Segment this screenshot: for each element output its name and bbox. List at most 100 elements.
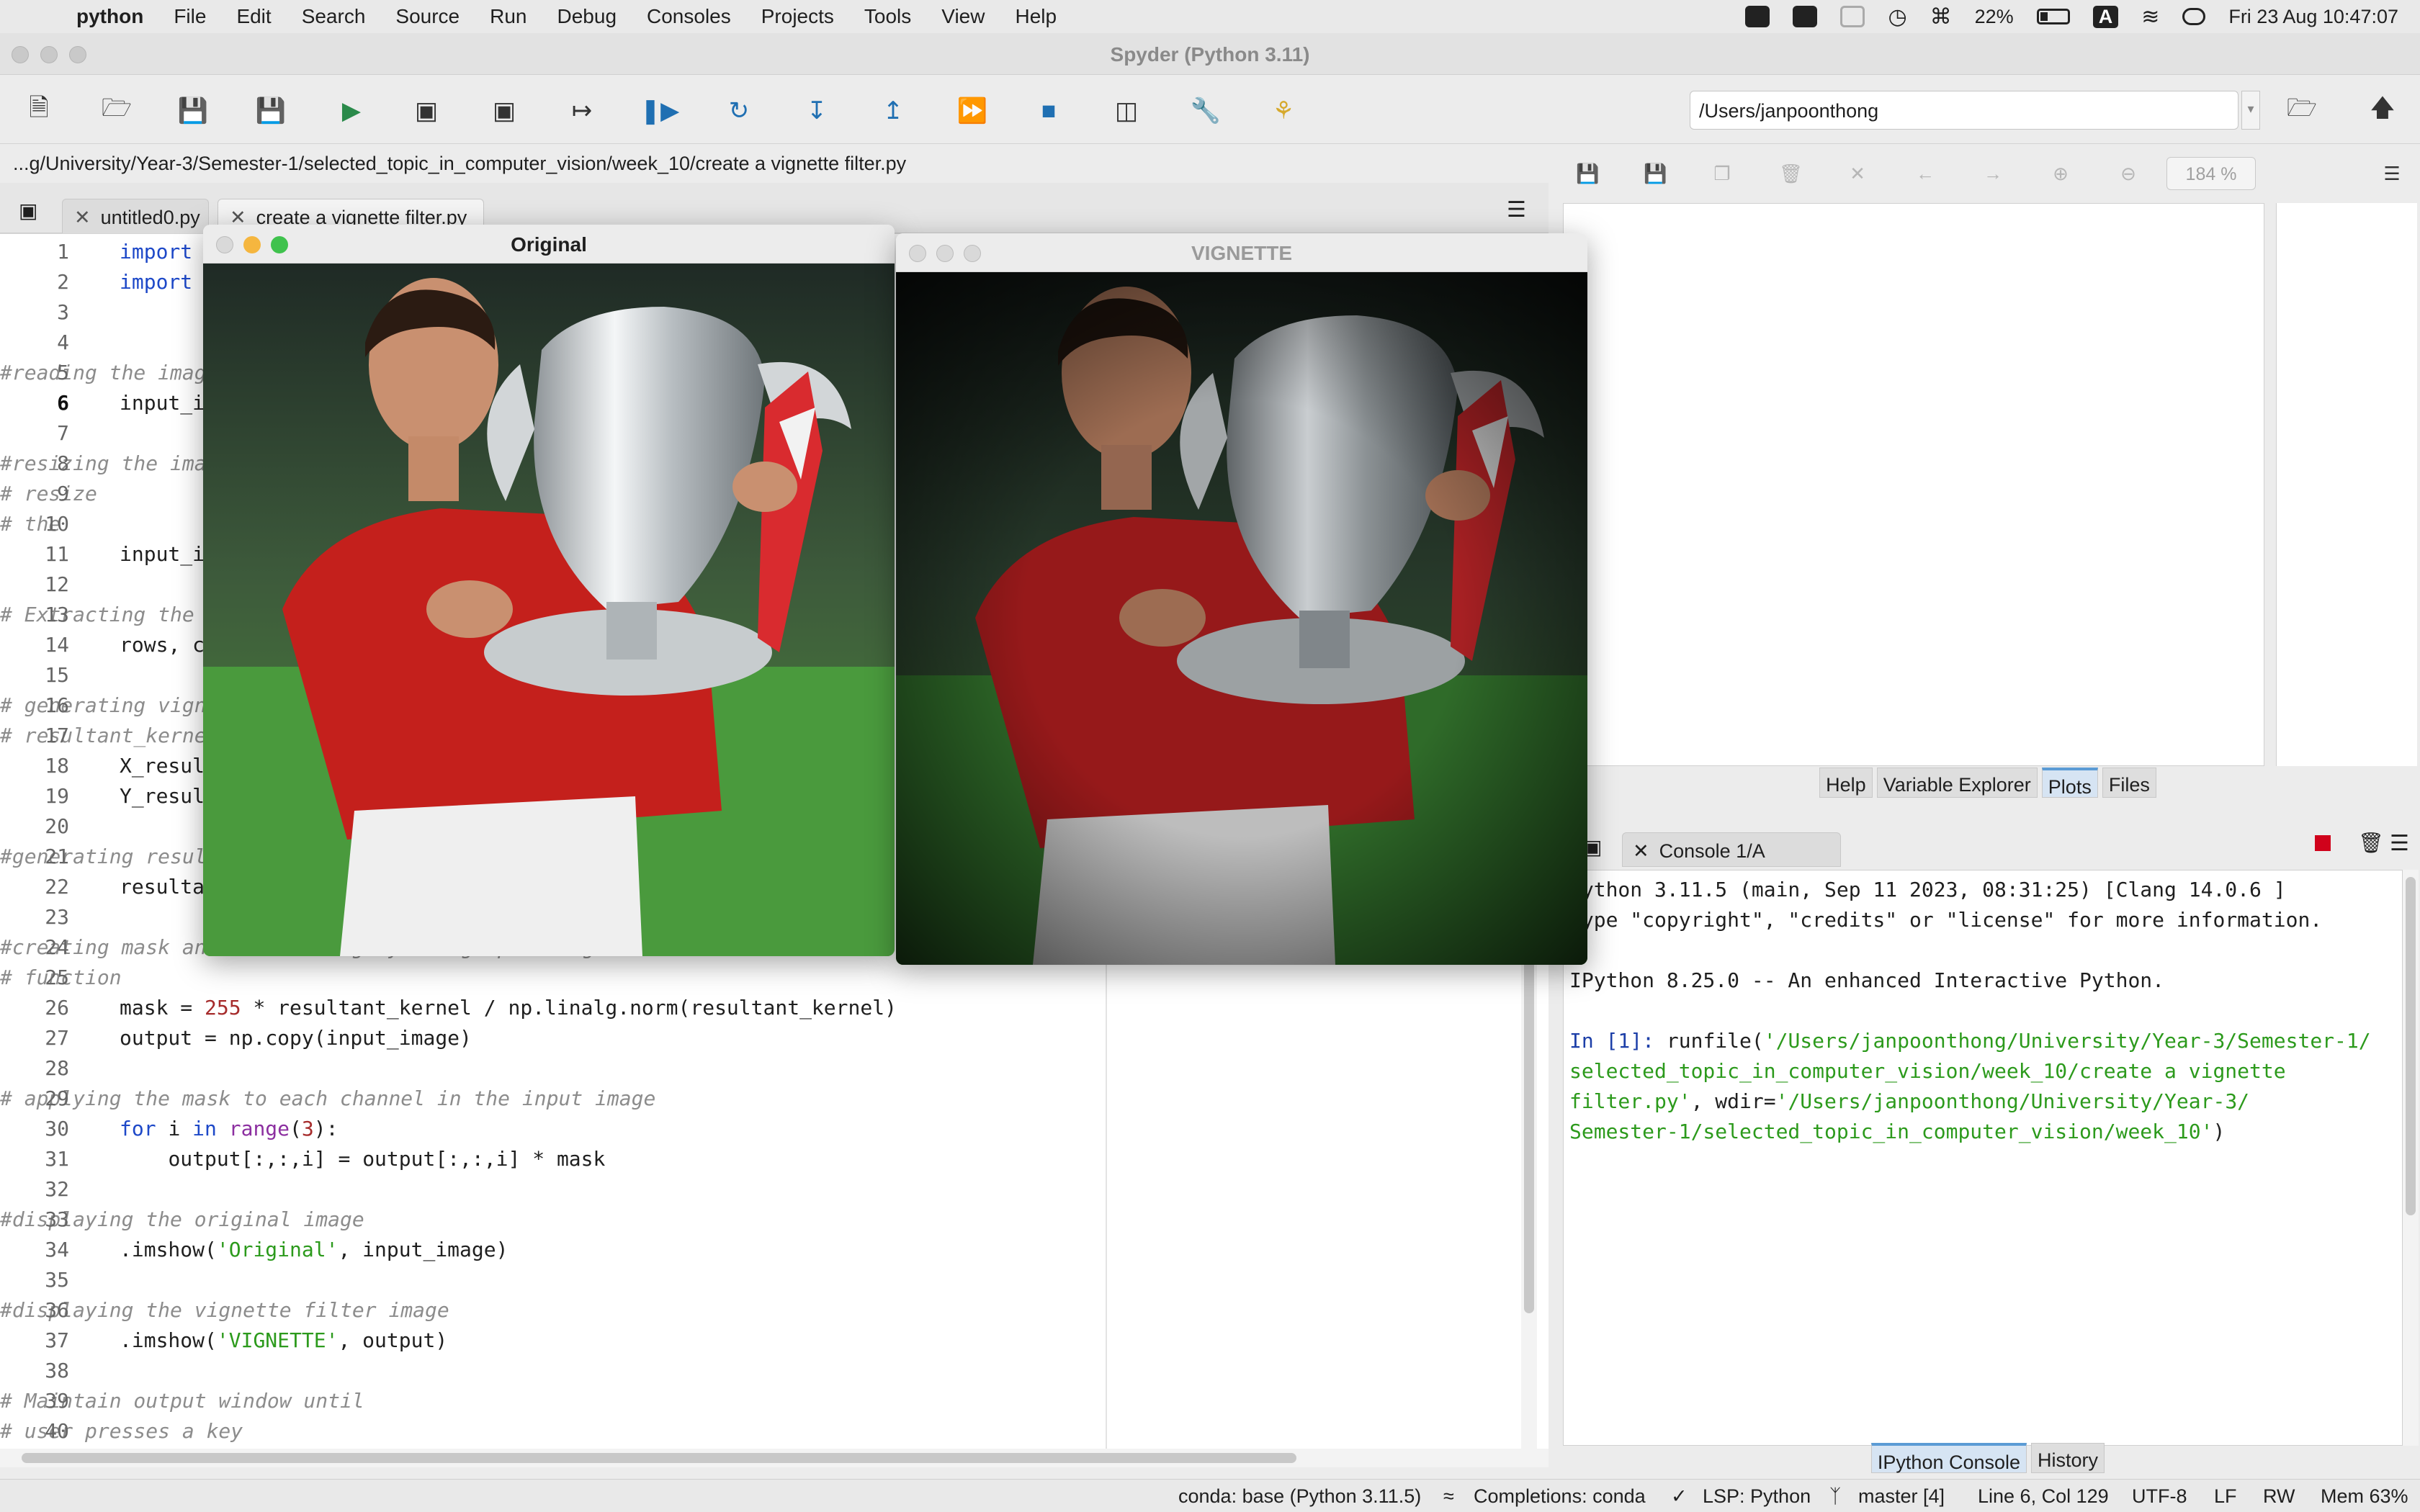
remove-all-plots-icon[interactable]: ✕ (1847, 163, 1868, 184)
menu-search[interactable]: Search (302, 5, 366, 28)
ipython-console-output[interactable]: Python 3.11.5 (main, Sep 11 2023, 08:31:… (1563, 870, 2403, 1446)
window-zoom-button[interactable] (964, 245, 981, 262)
open-file-icon[interactable]: 🗁 (101, 94, 133, 127)
lsp-status[interactable]: LSP: Python (1703, 1485, 1811, 1508)
copy-plot-icon[interactable]: ❐ (1711, 163, 1733, 184)
python-path-manager-icon[interactable]: ⚘ (1268, 95, 1299, 127)
code-line[interactable]: 32 (0, 1177, 1527, 1207)
save-all-plots-icon[interactable]: 💾 (1644, 163, 1667, 184)
tab-history[interactable]: History (2031, 1443, 2105, 1473)
input-source-icon[interactable]: A (2092, 5, 2119, 28)
zoom-in-icon[interactable]: ⊕ (2050, 163, 2071, 184)
code-line[interactable]: 27 output = np.copy(input_image) (0, 1026, 1527, 1056)
conda-env-status[interactable]: conda: base (Python 3.11.5) (1178, 1485, 1421, 1508)
tab-ipython-console[interactable]: IPython Console (1870, 1443, 2027, 1473)
new-file-icon[interactable]: 🗎 (23, 94, 55, 127)
menu-file[interactable]: File (174, 5, 206, 28)
debug-icon[interactable]: ❚▶ (640, 95, 680, 127)
menu-app-python[interactable]: python (76, 5, 143, 28)
code-line[interactable]: 39 # Maintain output window until (0, 1389, 1527, 1419)
step-icon[interactable]: ↻ (723, 95, 755, 127)
menu-debug[interactable]: Debug (557, 5, 617, 28)
code-line[interactable]: 40 # user presses a key (0, 1419, 1527, 1449)
parent-directory-icon[interactable]: 🡅 (2367, 94, 2398, 127)
code-line[interactable]: 28 (0, 1056, 1527, 1086)
window-minimize-button[interactable] (243, 236, 261, 253)
menu-projects[interactable]: Projects (761, 5, 834, 28)
next-plot-icon[interactable]: → (1982, 163, 2004, 184)
completions-status[interactable]: Completions: conda (1474, 1485, 1646, 1508)
tab-plots[interactable]: Plots (2041, 768, 2098, 798)
vignette-image-window[interactable]: VIGNETTE (896, 233, 1587, 965)
code-line[interactable]: 34 .imshow('Original', input_image) (0, 1238, 1527, 1268)
editor-horizontal-scrollbar[interactable] (0, 1449, 1549, 1467)
code-line[interactable]: 33 #displaying the original image (0, 1207, 1527, 1238)
git-branch-status[interactable]: master [4] (1858, 1485, 1945, 1508)
menu-consoles[interactable]: Consoles (647, 5, 731, 28)
zoom-level[interactable]: 184 % (2166, 157, 2256, 190)
menu-edit[interactable]: Edit (236, 5, 271, 28)
working-directory-dropdown-icon[interactable]: ▾ (2241, 91, 2260, 130)
preferences-wrench-icon[interactable]: 🔧 (1190, 95, 1222, 127)
tab-variable-explorer[interactable]: Variable Explorer (1876, 768, 2038, 798)
browse-folder-icon[interactable]: 🗁 (2286, 94, 2318, 127)
save-plot-icon[interactable]: 💾 (1576, 163, 1599, 184)
run-cell-icon[interactable]: ▣ (411, 95, 442, 127)
battery-icon[interactable] (2036, 9, 2070, 24)
code-line[interactable]: 37 .imshow('VIGNETTE', output) (0, 1328, 1527, 1359)
menu-clock[interactable]: Fri 23 Aug 10:47:07 (2228, 6, 2398, 28)
continue-icon[interactable]: ⏩ (956, 95, 988, 127)
keyboard-status-icon[interactable] (1793, 6, 1818, 27)
checkmark-status-icon[interactable] (1745, 6, 1770, 27)
menu-help[interactable]: Help (1015, 5, 1057, 28)
previous-plot-icon[interactable]: ← (1914, 163, 1936, 184)
remove-plot-icon[interactable]: 🗑 (1779, 163, 1803, 184)
close-tab-icon[interactable]: ✕ (74, 207, 91, 228)
code-line[interactable]: 35 (0, 1268, 1527, 1298)
menu-view[interactable]: View (941, 5, 985, 28)
code-line[interactable]: 29 # applying the mask to each channel in… (0, 1086, 1527, 1117)
menu-source[interactable]: Source (395, 5, 460, 28)
editor-options-menu-icon[interactable]: ☰ (1507, 197, 1526, 222)
run-icon[interactable]: ▶ (336, 95, 367, 127)
window-minimize-button[interactable] (936, 245, 954, 262)
save-all-icon[interactable]: 💾 (255, 95, 287, 127)
tab-untitled0[interactable]: ✕ untitled0.py (62, 199, 209, 233)
plot-thumbnails[interactable] (2276, 203, 2417, 766)
plots-options-menu-icon[interactable]: ☰ (2381, 163, 2403, 184)
control-center-icon[interactable] (2182, 8, 2206, 25)
window-zoom-button[interactable] (271, 236, 288, 253)
close-console-icon[interactable]: ✕ (1633, 840, 1649, 862)
screen-mirror-icon[interactable] (1840, 6, 1865, 27)
code-line[interactable]: 36 #displaying the vignette filter image (0, 1298, 1527, 1328)
maximize-pane-icon[interactable]: ◫ (1111, 95, 1142, 127)
code-line[interactable]: 31 output[:,:,i] = output[:,:,i] * mask (0, 1147, 1527, 1177)
window-close-button[interactable] (216, 236, 233, 253)
zoom-out-icon[interactable]: ⊖ (2118, 163, 2139, 184)
window-close-button[interactable] (909, 245, 926, 262)
tab-console-1a[interactable]: ✕ Console 1/A (1622, 832, 1841, 867)
stop-icon[interactable]: ■ (1033, 95, 1065, 127)
save-file-icon[interactable]: 💾 (177, 95, 209, 127)
step-into-icon[interactable]: ↧ (801, 95, 833, 127)
code-line[interactable]: 38 (0, 1359, 1527, 1389)
code-line[interactable]: 30 for i in range(3): (0, 1117, 1527, 1147)
wifi-icon[interactable]: ≋ (2141, 4, 2159, 30)
step-return-icon[interactable]: ↥ (877, 95, 909, 127)
tab-files[interactable]: Files (2102, 768, 2156, 798)
tab-help[interactable]: Help (1819, 768, 1873, 798)
original-image-window[interactable]: Original (203, 225, 895, 956)
code-line[interactable]: 26 mask = 255 * resultant_kernel / np.lin… (0, 996, 1527, 1026)
time-machine-icon[interactable]: ◷ (1888, 4, 1906, 30)
working-directory-input[interactable]: /Users/janpoonthong (1690, 91, 2238, 130)
code-line[interactable]: 25 # function (0, 966, 1527, 996)
console-scrollbar[interactable] (2403, 870, 2419, 1446)
run-cell-advance-icon[interactable]: ▣ (488, 95, 520, 127)
clear-console-trash-icon[interactable]: 🗑 (2358, 831, 2384, 855)
menu-tools[interactable]: Tools (864, 5, 911, 28)
interrupt-kernel-icon[interactable] (2315, 835, 2331, 851)
menu-run[interactable]: Run (490, 5, 526, 28)
console-options-menu-icon[interactable]: ☰ (2390, 831, 2409, 856)
command-key-icon[interactable]: ⌘ (1930, 4, 1952, 30)
browse-tabs-icon[interactable]: ▣ (19, 199, 37, 222)
